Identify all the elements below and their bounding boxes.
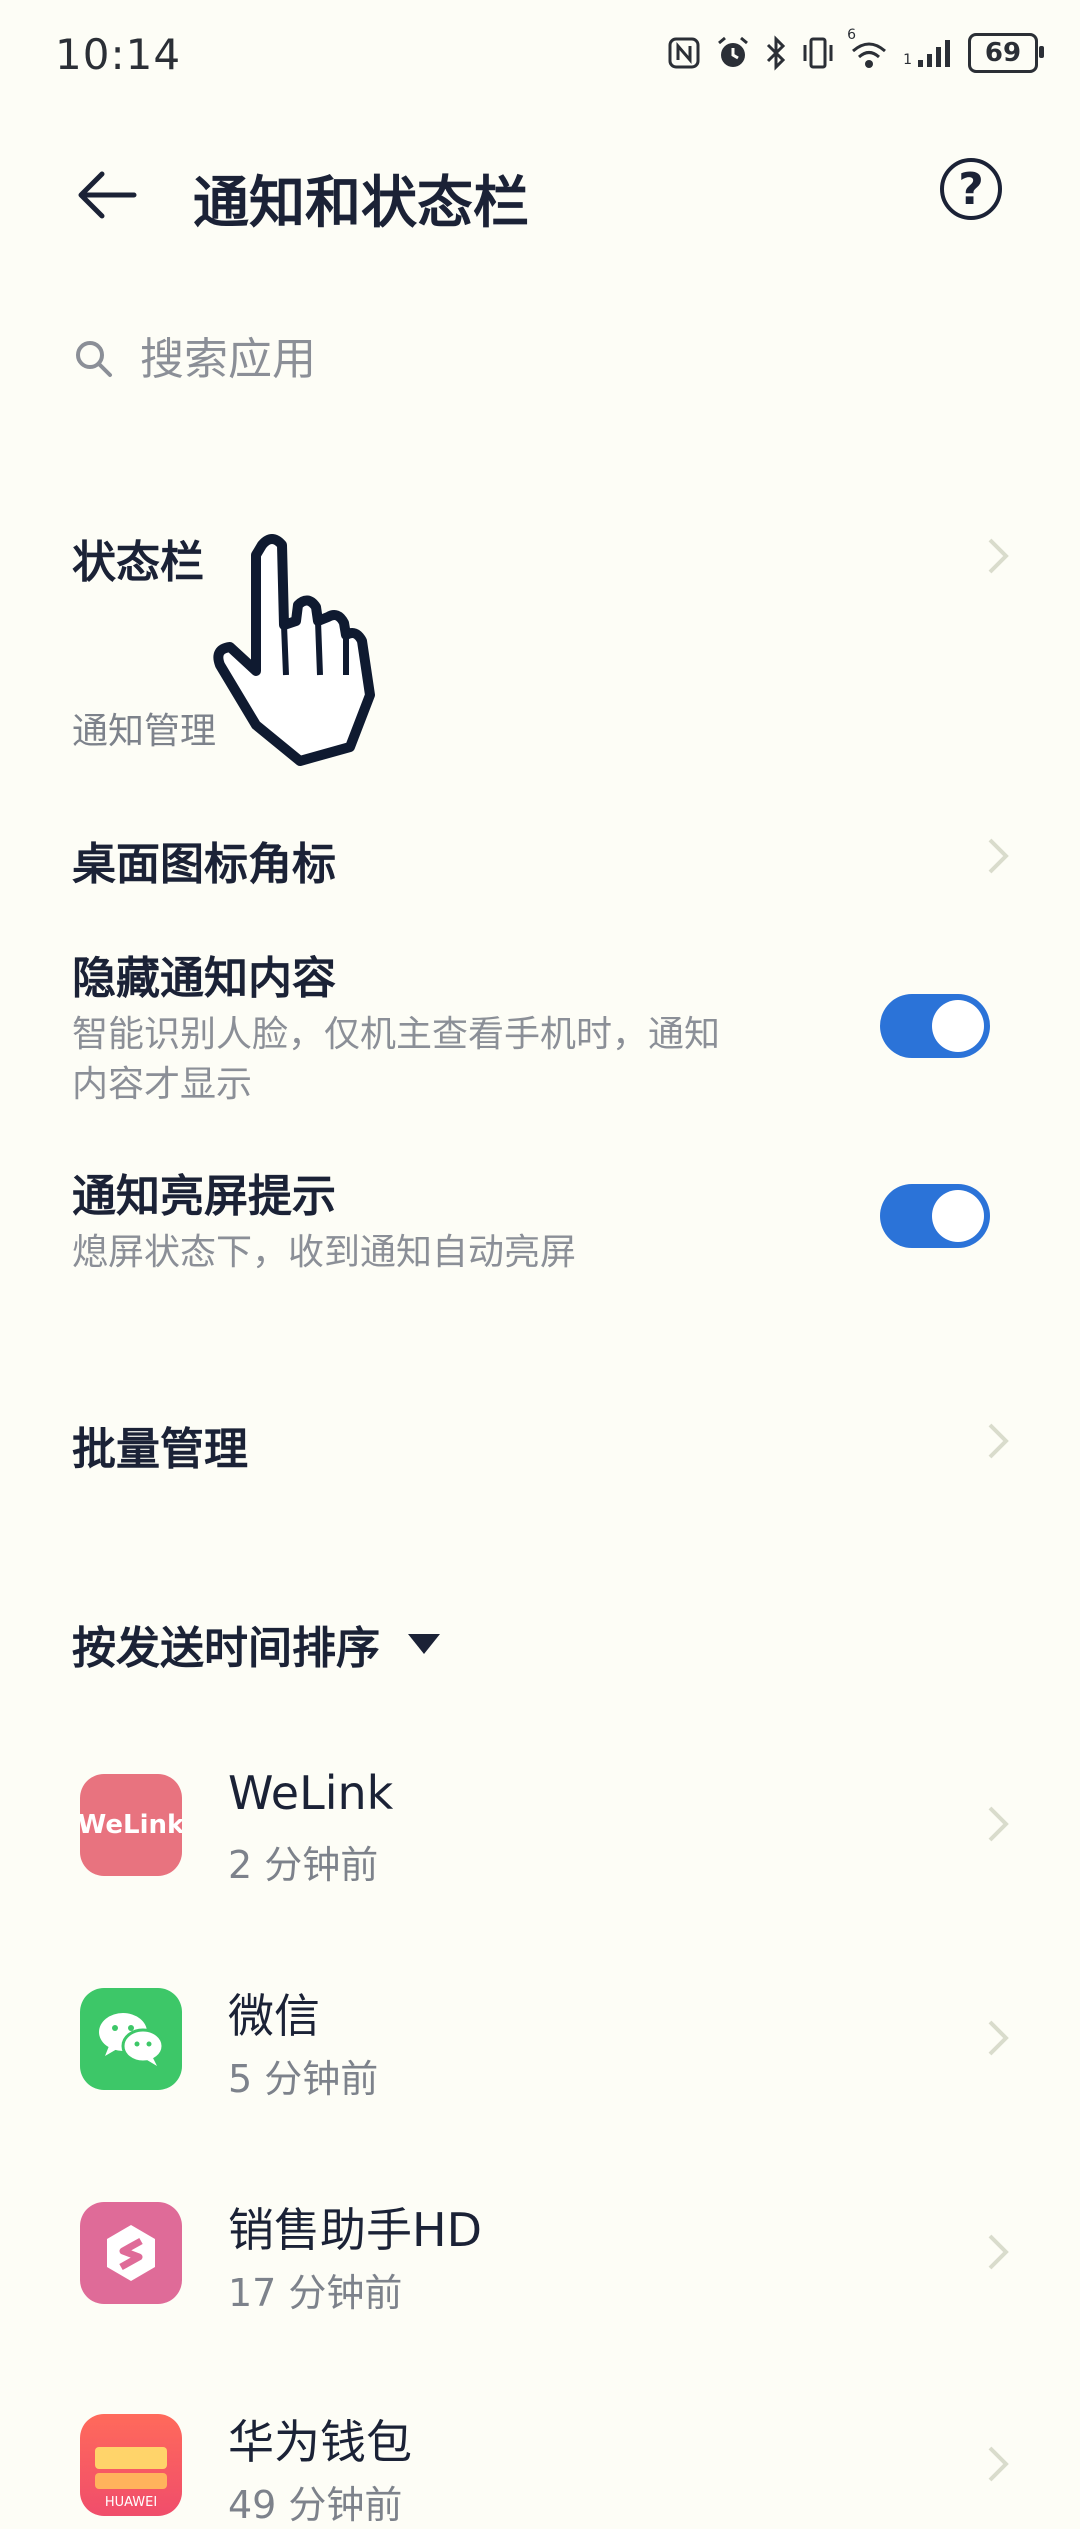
wifi-label: 6 [847,27,856,43]
help-icon[interactable]: ? [940,158,1002,220]
wifi-group: 6 [847,27,889,71]
welink-icon-text: WeLink [80,1810,182,1840]
badge-row[interactable]: 桌面图标角标 [0,800,1080,910]
signal-label: 1 [903,52,912,68]
batch-management-label: 批量管理 [72,1424,248,1475]
battery-icon: 69 [968,33,1044,73]
wake-screen-toggle[interactable] [880,1184,990,1248]
chevron-right-icon [988,2020,1009,2056]
vibrate-icon [803,37,833,69]
huawei-wallet-icon: HUAWEI [80,2414,182,2516]
status-time: 10:14 [55,30,182,79]
hand-pointer-cursor-icon [213,534,375,766]
signal-group: 1 [903,38,954,68]
huawei-wallet-icon-text: HUAWEI [104,2495,158,2510]
search-input[interactable] [140,333,940,385]
hide-content-row: 隐藏通知内容 智能识别人脸，仅机主查看手机时，通知 内容才显示 [0,930,1080,1120]
chevron-right-icon [988,2446,1009,2482]
sort-label: 按发送时间排序 [72,1623,380,1674]
wallet-card-stripe [95,2447,167,2469]
status-bar-label: 状态栏 [72,537,204,588]
batch-management-row[interactable]: 批量管理 [0,1385,1080,1495]
caret-down-icon [408,1634,440,1654]
search-bar[interactable] [72,322,1012,396]
hide-content-title: 隐藏通知内容 [72,953,336,1004]
app-time: 2 分钟前 [228,1843,379,1887]
app-name: WeLink [228,1766,394,1820]
list-item-wechat[interactable]: 微信 5 分钟前 [0,1954,1080,2124]
app-name: 销售助手HD [228,2203,483,2257]
battery-level: 69 [984,38,1022,68]
badge-label: 桌面图标角标 [72,839,336,890]
sort-dropdown[interactable]: 按发送时间排序 [72,1612,440,1676]
hide-content-subtitle-2: 内容才显示 [72,1064,253,1105]
toggle-knob [932,1190,984,1242]
chevron-right-icon [988,538,1009,574]
list-item-welink[interactable]: WeLink WeLink 2 分钟前 [0,1740,1080,1910]
list-item-huawei-wallet[interactable]: HUAWEI 华为钱包 49 分钟前 [0,2380,1080,2527]
chevron-right-icon [988,1806,1009,1842]
app-time: 17 分钟前 [228,2271,403,2315]
app-name: 华为钱包 [228,2415,412,2469]
app-time: 5 分钟前 [228,2057,379,2101]
bluetooth-icon [767,35,786,71]
alarm-icon [718,36,749,67]
wake-screen-subtitle: 熄屏状态下，收到通知自动亮屏 [72,1232,577,1273]
section-label-notification-management: 通知管理 [72,711,217,752]
list-item-sales-assistant[interactable]: 销售助手HD 17 分钟前 [0,2168,1080,2338]
chevron-right-icon [988,2234,1009,2270]
app-time: 49 分钟前 [228,2483,403,2527]
status-icons: 6 1 69 [667,27,1044,78]
nfc-icon [668,37,700,69]
wallet-card-stripe [95,2473,167,2489]
sales-assistant-logo-icon [107,2225,155,2281]
app-name: 微信 [228,1989,320,2043]
status-bar-row[interactable]: 状态栏 [0,500,1080,610]
welink-icon: WeLink [80,1774,182,1876]
wechat-icon [80,1988,182,2090]
back-arrow-icon[interactable] [72,160,142,230]
chevron-right-icon [988,1423,1009,1459]
hide-content-subtitle-1: 智能识别人脸，仅机主查看手机时，通知 [72,1014,721,1055]
wake-screen-title: 通知亮屏提示 [72,1171,336,1222]
sales-assistant-icon [80,2202,182,2304]
wechat-bubbles-icon [99,2013,165,2066]
signal-icon [918,40,950,67]
hide-content-toggle[interactable] [880,994,990,1058]
search-icon [76,341,112,377]
help-glyph: ? [958,163,984,215]
app-list: WeLink WeLink 2 分钟前 微信 5 分钟前 销售助手HD 17 分… [0,1740,1080,2527]
page-title: 通知和状态栏 [193,171,529,236]
chevron-right-icon [988,838,1009,874]
toggle-knob [932,1000,984,1052]
wake-screen-row: 通知亮屏提示 熄屏状态下，收到通知自动亮屏 [0,1148,1080,1298]
